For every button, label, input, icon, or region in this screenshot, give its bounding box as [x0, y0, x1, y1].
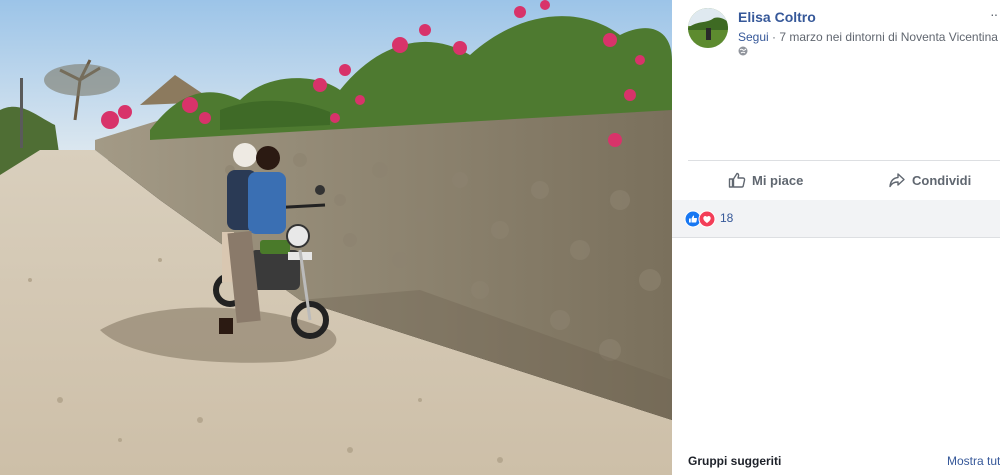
share-icon	[889, 173, 905, 188]
more-options-icon[interactable]: ··	[990, 6, 998, 22]
love-icon	[698, 210, 716, 228]
share-button[interactable]: Condividi	[888, 162, 971, 198]
reactions-bar[interactable]: 18	[672, 200, 1000, 238]
thumbs-up-icon	[728, 172, 746, 188]
author-avatar[interactable]	[688, 8, 728, 48]
post-actions: Mi piace Condividi	[688, 162, 1000, 198]
show-all-link[interactable]: Mostra tut	[947, 454, 1000, 468]
post-meta: Segui · 7 marzo nei dintorni di Noventa …	[738, 30, 1000, 44]
author-name-link[interactable]: Elisa Coltro	[738, 9, 816, 25]
globe-icon	[738, 46, 748, 56]
post-date-location[interactable]: · 7 marzo nei dintorni di Noventa Vicent…	[769, 30, 1000, 44]
follow-link[interactable]: Segui	[738, 30, 769, 44]
divider-top	[688, 160, 1000, 161]
post-photo[interactable]	[0, 0, 672, 475]
like-button[interactable]: Mi piace	[728, 162, 803, 198]
avatar-image	[688, 8, 728, 48]
reaction-icons	[684, 210, 716, 228]
post-side-panel: Elisa Coltro ·· Segui · 7 marzo nei dint…	[672, 0, 1000, 475]
suggested-groups-title: Gruppi suggeriti	[688, 454, 782, 468]
share-label: Condividi	[912, 172, 972, 188]
photo-scene	[0, 0, 672, 475]
like-label: Mi piace	[752, 172, 804, 188]
reaction-count[interactable]: 18	[720, 211, 733, 225]
